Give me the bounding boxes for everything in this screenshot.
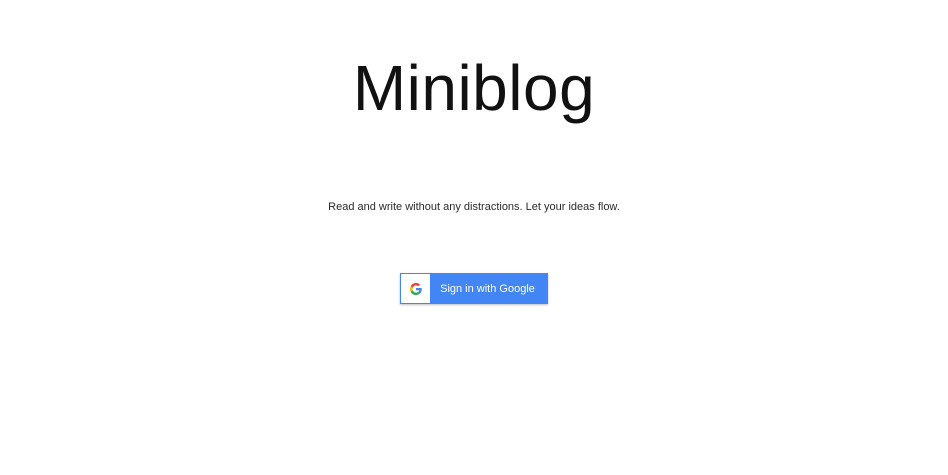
google-signin-label: Sign in with Google: [440, 282, 535, 295]
google-g-icon: [409, 282, 422, 295]
google-signin-button[interactable]: Sign in with Google: [400, 273, 548, 304]
app-title: Miniblog: [352, 52, 596, 124]
tagline: Read and write without any distractions.…: [328, 201, 620, 213]
google-logo-container: [401, 274, 430, 303]
